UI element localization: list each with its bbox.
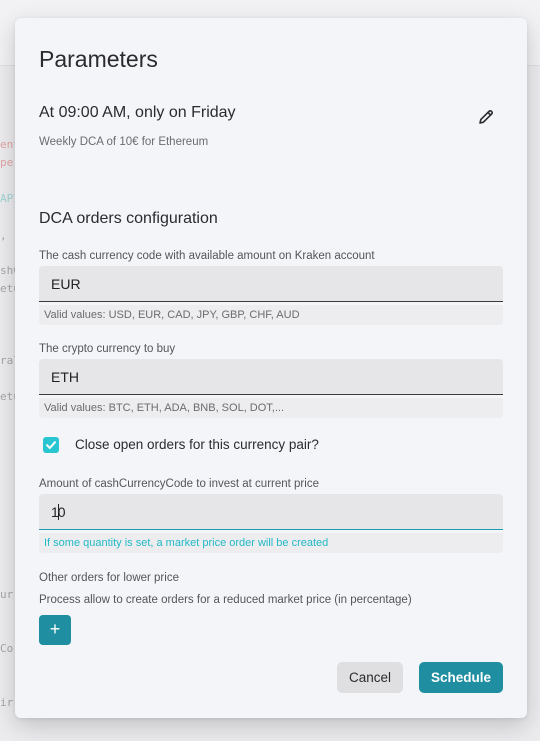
amount-input[interactable]: 10 <box>39 494 503 530</box>
amount-label: Amount of cashCurrencyCode to invest at … <box>39 478 319 490</box>
background-code-line: ir <box>0 696 14 709</box>
other-orders-label: Other orders for lower price <box>39 572 179 584</box>
close-orders-label: Close open orders for this currency pair… <box>75 437 319 452</box>
add-order-button[interactable]: + <box>39 615 71 645</box>
checkmark-icon <box>46 441 56 449</box>
crypto-currency-hint: Valid values: BTC, ETH, ADA, BNB, SOL, D… <box>39 398 503 418</box>
background-code-line: ur <box>0 588 14 601</box>
amount-value-end: 0 <box>57 504 66 520</box>
schedule-description: Weekly DCA of 10€ for Ethereum <box>39 136 209 148</box>
cash-currency-hint: Valid values: USD, EUR, CAD, JPY, GBP, C… <box>39 305 503 325</box>
dialog-title: Parameters <box>39 46 158 72</box>
cash-currency-input[interactable]: EUR <box>39 266 503 302</box>
crypto-currency-label: The crypto currency to buy <box>39 343 176 355</box>
cancel-button[interactable]: Cancel <box>337 662 403 693</box>
background-code-line: pe <box>0 156 14 169</box>
parameters-dialog: Parameters At 09:00 AM, only on Friday W… <box>15 18 527 718</box>
close-orders-checkbox[interactable] <box>43 437 59 453</box>
background-code-line: , <box>0 229 7 242</box>
amount-hint: If some quantity is set, a market price … <box>39 533 503 553</box>
crypto-currency-input[interactable]: ETH <box>39 359 503 395</box>
schedule-summary: At 09:00 AM, only on Friday <box>39 104 236 121</box>
section-title: DCA orders configuration <box>39 210 218 227</box>
cash-currency-label: The cash currency code with available am… <box>39 250 375 262</box>
pencil-icon[interactable] <box>477 108 495 126</box>
schedule-button[interactable]: Schedule <box>419 662 503 693</box>
background-code-line: Co <box>0 642 14 655</box>
other-orders-description: Process allow to create orders for a red… <box>39 594 412 606</box>
